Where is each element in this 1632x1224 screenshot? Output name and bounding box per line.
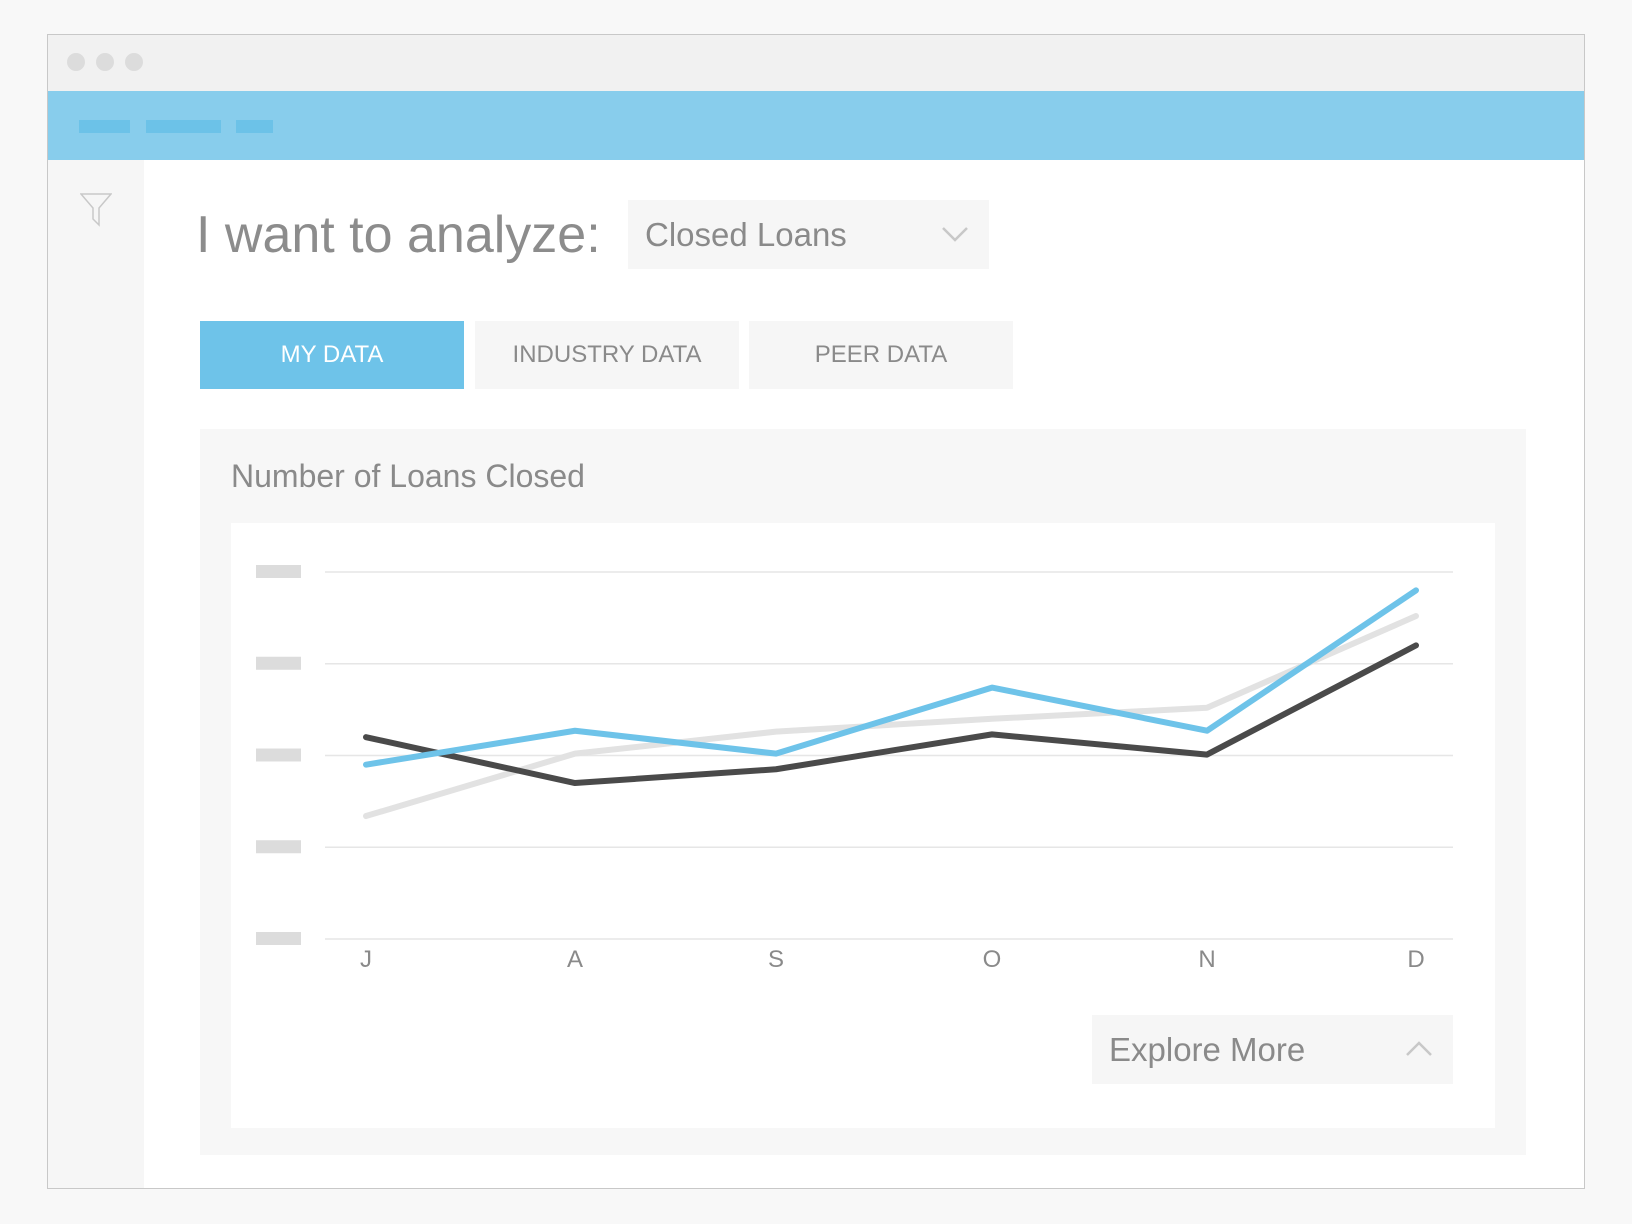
x-tick-label: N (1198, 946, 1216, 973)
y-tick-placeholder (256, 565, 301, 578)
x-tick-label: S (767, 946, 784, 973)
explore-more-label: Explore More (1109, 1030, 1306, 1068)
chevron-up-icon (1406, 1041, 1432, 1056)
explore-more-button[interactable]: Explore More (1092, 1015, 1453, 1084)
y-tick-placeholder (256, 932, 301, 945)
y-tick-placeholder (256, 748, 301, 762)
x-tick-label: D (1407, 946, 1425, 973)
y-tick-placeholder (256, 656, 301, 670)
x-tick-label: A (566, 946, 583, 973)
series-line-1 (363, 642, 1419, 787)
y-tick-placeholder (256, 840, 301, 854)
x-tick-label: J (360, 946, 372, 973)
x-tick-label: O (982, 946, 1002, 973)
series-line-2 (363, 587, 1419, 768)
